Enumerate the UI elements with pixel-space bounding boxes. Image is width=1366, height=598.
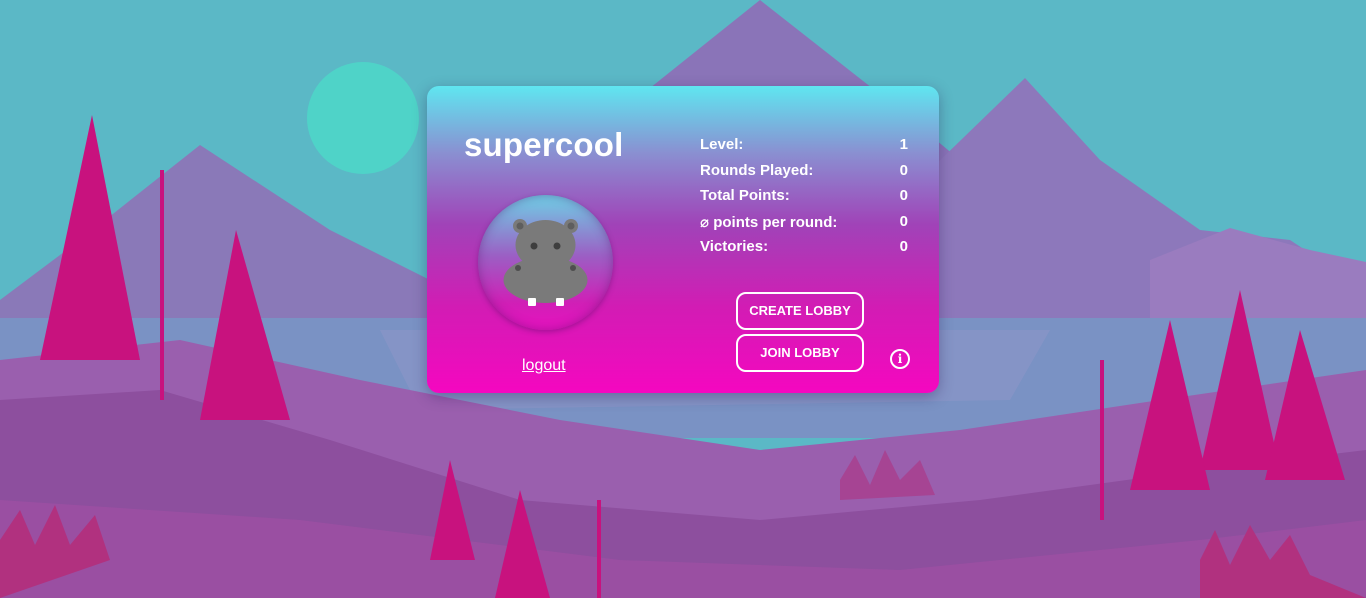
stat-value: 0 [899,238,908,255]
stat-row-points-per-round: ⌀ points per round: 0 [700,213,908,239]
hippo-tooth-right [556,298,564,306]
stat-label: Rounds Played: [700,161,814,179]
stat-value: 0 [899,212,908,230]
hippo-nostril-left [515,265,521,271]
stat-row-total-points: Total Points: 0 [700,187,908,213]
profile-card: supercool logout Level: 1 Rounds Played:… [427,86,939,393]
stat-label: ⌀ points per round: [700,213,838,231]
hippo-muzzle [503,257,588,303]
hippo-ear-left-inner [516,222,524,230]
tree-trunk-1 [160,170,164,400]
username: supercool [464,126,624,163]
avatar [478,195,613,330]
stat-row-victories: Victories: 0 [700,238,908,264]
create-lobby-button[interactable]: CREATE LOBBY [736,292,864,330]
sun [307,62,419,174]
stat-label: Level: [700,136,744,153]
stat-value: 1 [899,136,908,153]
tree-trunk-3 [1100,360,1104,520]
stat-label: Victories: [700,238,769,255]
join-lobby-button[interactable]: JOIN LOBBY [736,334,864,372]
tree-trunk-2 [597,500,601,598]
hippo-nostril-right [570,265,576,271]
stat-value: 0 [899,161,908,179]
hippo-ear-right-inner [567,222,575,230]
hippo-tooth-left [528,298,536,306]
logout-link[interactable]: logout [522,357,566,375]
stat-row-rounds-played: Rounds Played: 0 [700,162,908,188]
info-icon[interactable]: i [890,349,910,369]
hippo-eye-left [530,242,538,250]
stats-panel: Level: 1 Rounds Played: 0 Total Points: … [700,136,908,264]
hippo-icon [503,219,588,306]
stat-label: Total Points: [700,187,790,204]
stat-row-level: Level: 1 [700,136,908,162]
hippo-eye-right [553,242,561,250]
stat-value: 0 [899,187,908,204]
